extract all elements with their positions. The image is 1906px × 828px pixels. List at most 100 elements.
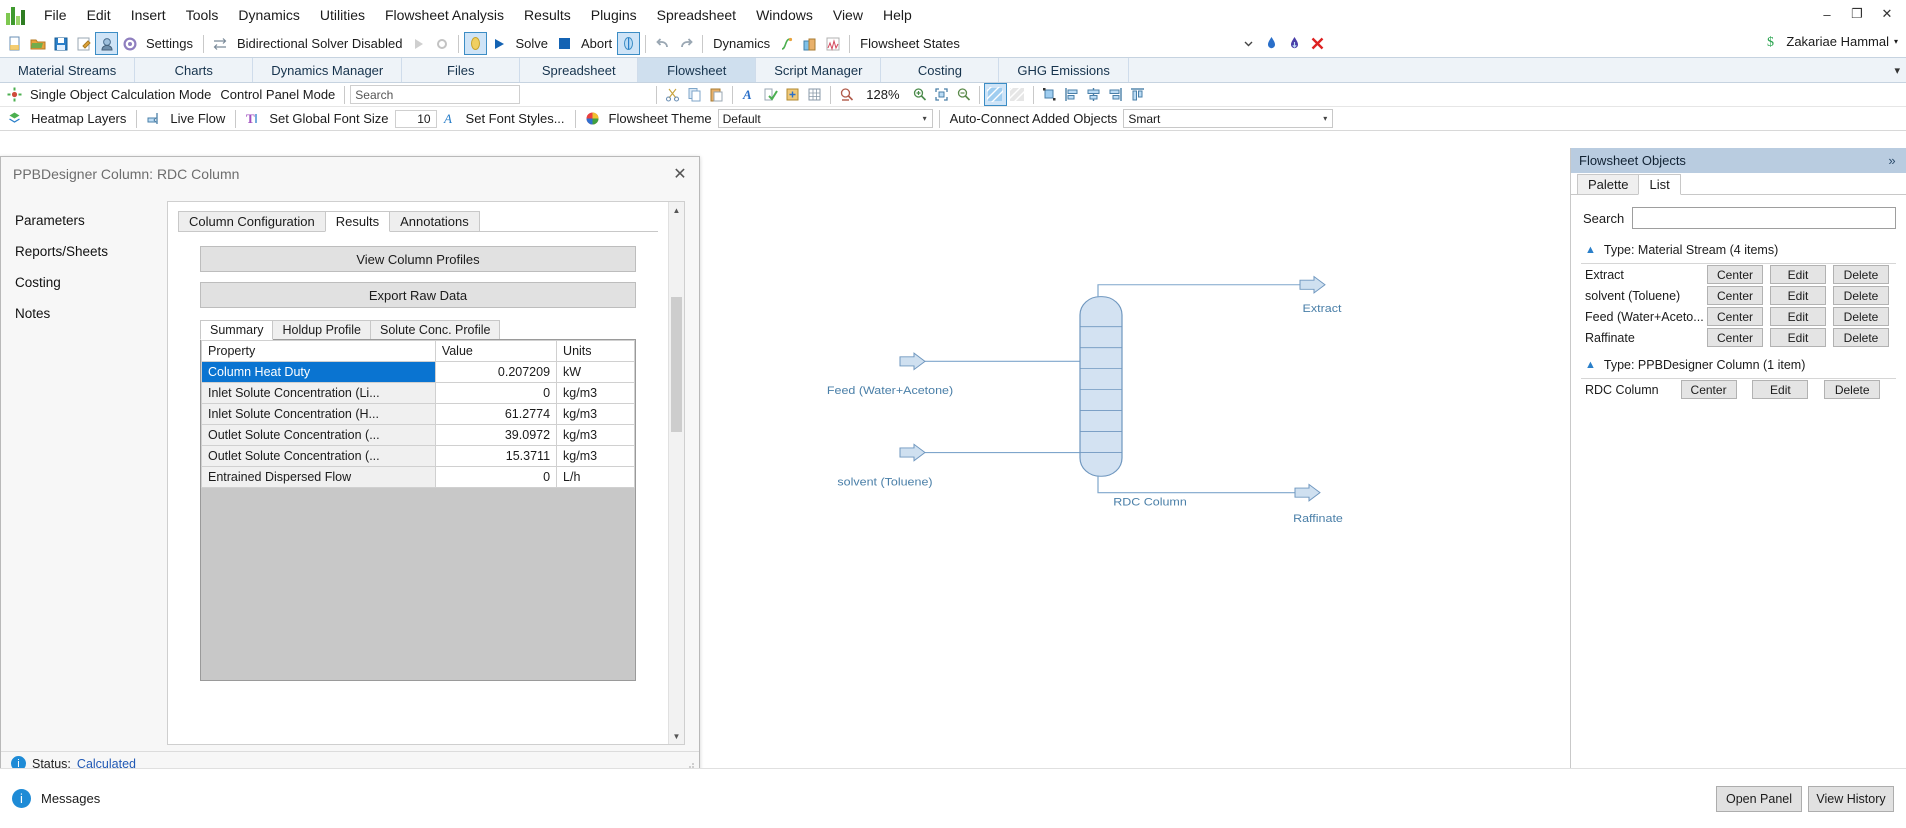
table-row[interactable]: Entrained Dispersed Flow 0 L/h <box>201 466 635 488</box>
zoom-out-icon[interactable] <box>953 84 974 105</box>
dynamics-label[interactable]: Dynamics <box>709 36 774 51</box>
flowsheet-states-dropdown-icon[interactable] <box>1238 33 1259 54</box>
inspector-icon[interactable] <box>95 32 118 55</box>
ribbon-tab-dynamics-manager[interactable]: Dynamics Manager <box>253 58 403 82</box>
dynamics-chart-icon[interactable] <box>822 33 843 54</box>
flowsheet-theme-label[interactable]: Flowsheet Theme <box>605 111 716 126</box>
zoom-reset-icon[interactable] <box>836 84 857 105</box>
minimize-button[interactable]: – <box>1812 3 1842 25</box>
live-flow-icon[interactable] <box>143 108 164 129</box>
col-header-property[interactable]: Property <box>201 340 436 362</box>
summary-table-wrapper[interactable]: Property Value Units Column Heat Duty 0.… <box>200 339 636 681</box>
menu-item-windows[interactable]: Windows <box>746 2 823 28</box>
results-subtab-holdup-profile[interactable]: Holdup Profile <box>272 320 371 339</box>
col-header-units[interactable]: Units <box>556 340 635 362</box>
grid-show-icon[interactable] <box>983 83 1007 106</box>
open-folder-icon[interactable] <box>27 33 48 54</box>
global-font-size-label[interactable]: Set Global Font Size <box>265 111 392 126</box>
menu-item-help[interactable]: Help <box>873 2 922 28</box>
flowsheet-theme-icon[interactable] <box>582 108 603 129</box>
copy-icon[interactable] <box>684 84 705 105</box>
results-subtab-solute-conc-profile[interactable]: Solute Conc. Profile <box>370 320 501 339</box>
cut-icon[interactable] <box>662 84 683 105</box>
dialog-nav-notes[interactable]: Notes <box>1 298 167 329</box>
menu-item-plugins[interactable]: Plugins <box>581 2 647 28</box>
menu-item-edit[interactable]: Edit <box>77 2 121 28</box>
flowsheet-states-label[interactable]: Flowsheet States <box>856 36 964 51</box>
load-state-icon[interactable] <box>1284 33 1305 54</box>
align-center-icon[interactable] <box>1083 84 1104 105</box>
heatmap-layers-label[interactable]: Heatmap Layers <box>27 111 130 126</box>
edit-note-icon[interactable] <box>73 33 94 54</box>
center-button[interactable]: Center <box>1707 265 1763 284</box>
ribbon-tab-flowsheet[interactable]: Flowsheet <box>638 58 757 82</box>
flowsheet-theme-select[interactable]: Default ▾ <box>717 109 933 128</box>
scroll-down-arrow-icon[interactable]: ▼ <box>669 728 684 744</box>
list-item[interactable]: RDC Column Center Edit Delete <box>1581 379 1896 400</box>
center-button[interactable]: Center <box>1680 380 1737 399</box>
list-item[interactable]: Feed (Water+Aceto... Center Edit Delete <box>1581 306 1896 327</box>
abort-label[interactable]: Abort <box>577 36 616 51</box>
dynamics-integrator-icon[interactable] <box>776 33 797 54</box>
scroll-up-arrow-icon[interactable]: ▲ <box>669 202 684 218</box>
align-top-icon[interactable] <box>1127 84 1148 105</box>
undo-icon[interactable] <box>652 33 673 54</box>
view-column-profiles-button[interactable]: View Column Profiles <box>200 246 636 272</box>
abort-stop-icon[interactable] <box>554 33 575 54</box>
solve-label[interactable]: Solve <box>511 36 552 51</box>
align-left-icon[interactable] <box>1061 84 1082 105</box>
chevron-up-icon[interactable]: ▲ <box>1585 244 1596 256</box>
menu-item-insert[interactable]: Insert <box>121 2 176 28</box>
edit-button[interactable]: Edit <box>1752 380 1809 399</box>
ribbon-tab-files[interactable]: Files <box>402 58 521 82</box>
zoom-level-label[interactable]: 128% <box>858 87 907 102</box>
panel-tab-list[interactable]: List <box>1638 174 1681 195</box>
ribbon-tab-spreadsheet[interactable]: Spreadsheet <box>520 58 639 82</box>
dialog-nav-parameters[interactable]: Parameters <box>1 205 167 236</box>
group-header-ppbdesigner-column[interactable]: ▲ Type: PPBDesigner Column (1 item) <box>1571 348 1906 376</box>
single-object-calculation-label[interactable]: Single Object Calculation Mode <box>26 87 215 102</box>
user-account[interactable]: $ Zakariae Hammal ▾ <box>1766 33 1898 50</box>
ribbon-tab-ghg-emissions[interactable]: GHG Emissions <box>999 58 1129 82</box>
ribbon-tab-costing[interactable]: Costing <box>881 58 1000 82</box>
grid-snap-icon[interactable] <box>1007 84 1028 105</box>
bidirectional-solver-label[interactable]: Bidirectional Solver Disabled <box>233 36 406 51</box>
save-state-icon[interactable] <box>1261 33 1282 54</box>
table-row[interactable]: Inlet Solute Concentration (H... 61.2774… <box>201 403 635 425</box>
dialog-nav-costing[interactable]: Costing <box>1 267 167 298</box>
menu-item-dynamics[interactable]: Dynamics <box>228 2 309 28</box>
global-font-size-icon[interactable]: T <box>242 108 263 129</box>
edit-button[interactable]: Edit <box>1770 265 1826 284</box>
user-dropdown-caret[interactable]: ▾ <box>1894 37 1898 46</box>
column-editor-dialog[interactable]: PPBDesigner Column: RDC Column ✕ Paramet… <box>0 156 700 768</box>
center-button[interactable]: Center <box>1707 307 1763 326</box>
dialog-tab-results[interactable]: Results <box>324 211 391 232</box>
dynamics-scenario-icon[interactable] <box>799 33 820 54</box>
open-panel-button[interactable]: Open Panel <box>1716 785 1802 812</box>
table-row[interactable]: Outlet Solute Concentration (... 39.0972… <box>201 424 635 446</box>
table-icon[interactable] <box>804 84 825 105</box>
panel-search-input[interactable] <box>1632 207 1896 229</box>
export-raw-data-button[interactable]: Export Raw Data <box>200 282 636 308</box>
table-row[interactable]: Outlet Solute Concentration (... 15.3711… <box>201 445 635 467</box>
list-item[interactable]: Raffinate Center Edit Delete <box>1581 327 1896 348</box>
dialog-vertical-scrollbar[interactable]: ▲ ▼ <box>668 202 684 744</box>
results-subtab-summary[interactable]: Summary <box>200 320 274 340</box>
ribbon-overflow-caret[interactable]: ▾ <box>1894 58 1900 82</box>
validate-icon[interactable] <box>760 84 781 105</box>
live-flow-label[interactable]: Live Flow <box>166 111 229 126</box>
dialog-titlebar[interactable]: PPBDesigner Column: RDC Column ✕ <box>1 157 699 191</box>
ribbon-tab-script-manager[interactable]: Script Manager <box>756 58 882 82</box>
auto-connect-select[interactable]: Smart ▾ <box>1123 109 1334 128</box>
ribbon-tab-material-streams[interactable]: Material Streams <box>0 58 136 82</box>
table-row[interactable]: Column Heat Duty 0.207209 kW <box>201 361 635 383</box>
list-item[interactable]: solvent (Toluene) Center Edit Delete <box>1581 285 1896 306</box>
control-panel-mode-label[interactable]: Control Panel Mode <box>216 87 339 102</box>
menu-item-view[interactable]: View <box>823 2 873 28</box>
menu-item-utilities[interactable]: Utilities <box>310 2 375 28</box>
new-file-icon[interactable] <box>4 33 25 54</box>
font-size-input[interactable]: 10 <box>394 109 437 128</box>
edit-button[interactable]: Edit <box>1770 286 1826 305</box>
dialog-close-icon[interactable]: ✕ <box>671 165 689 183</box>
center-button[interactable]: Center <box>1707 328 1763 347</box>
